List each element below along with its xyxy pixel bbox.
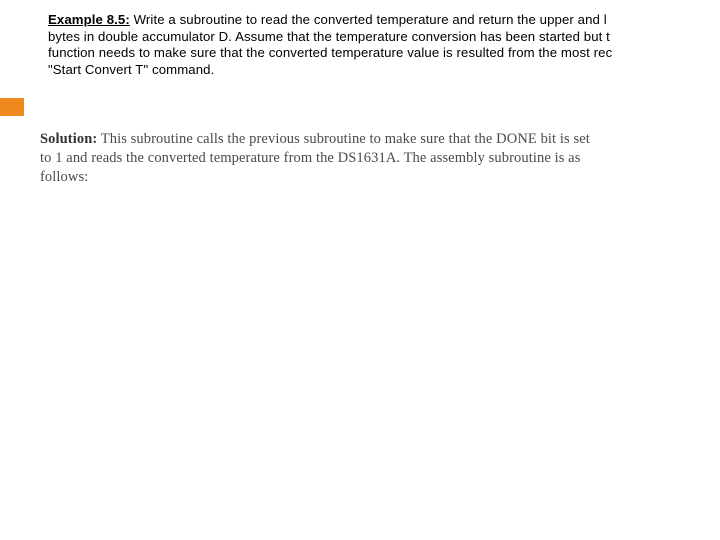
slide: Example 8.5: Write a subroutine to read …: [0, 0, 720, 540]
example-line-1-text: Write a subroutine to read the converted…: [130, 12, 607, 27]
example-line-3: function needs to make sure that the con…: [48, 45, 720, 62]
solution-line-1-text: This subroutine calls the previous subro…: [97, 131, 590, 147]
example-label: Example 8.5:: [48, 12, 130, 27]
example-line-4: "Start Convert T" command.: [48, 62, 720, 79]
example-line-1: Example 8.5: Write a subroutine to read …: [48, 12, 720, 29]
accent-bar: [0, 98, 24, 116]
solution-block: Solution: This subroutine calls the prev…: [40, 130, 712, 187]
example-block: Example 8.5: Write a subroutine to read …: [48, 12, 720, 78]
solution-line-1: Solution: This subroutine calls the prev…: [40, 130, 712, 149]
example-line-2: bytes in double accumulator D. Assume th…: [48, 29, 720, 46]
solution-line-2: to 1 and reads the converted temperature…: [40, 149, 712, 168]
solution-label: Solution:: [40, 131, 97, 147]
solution-line-3: follows:: [40, 168, 712, 187]
